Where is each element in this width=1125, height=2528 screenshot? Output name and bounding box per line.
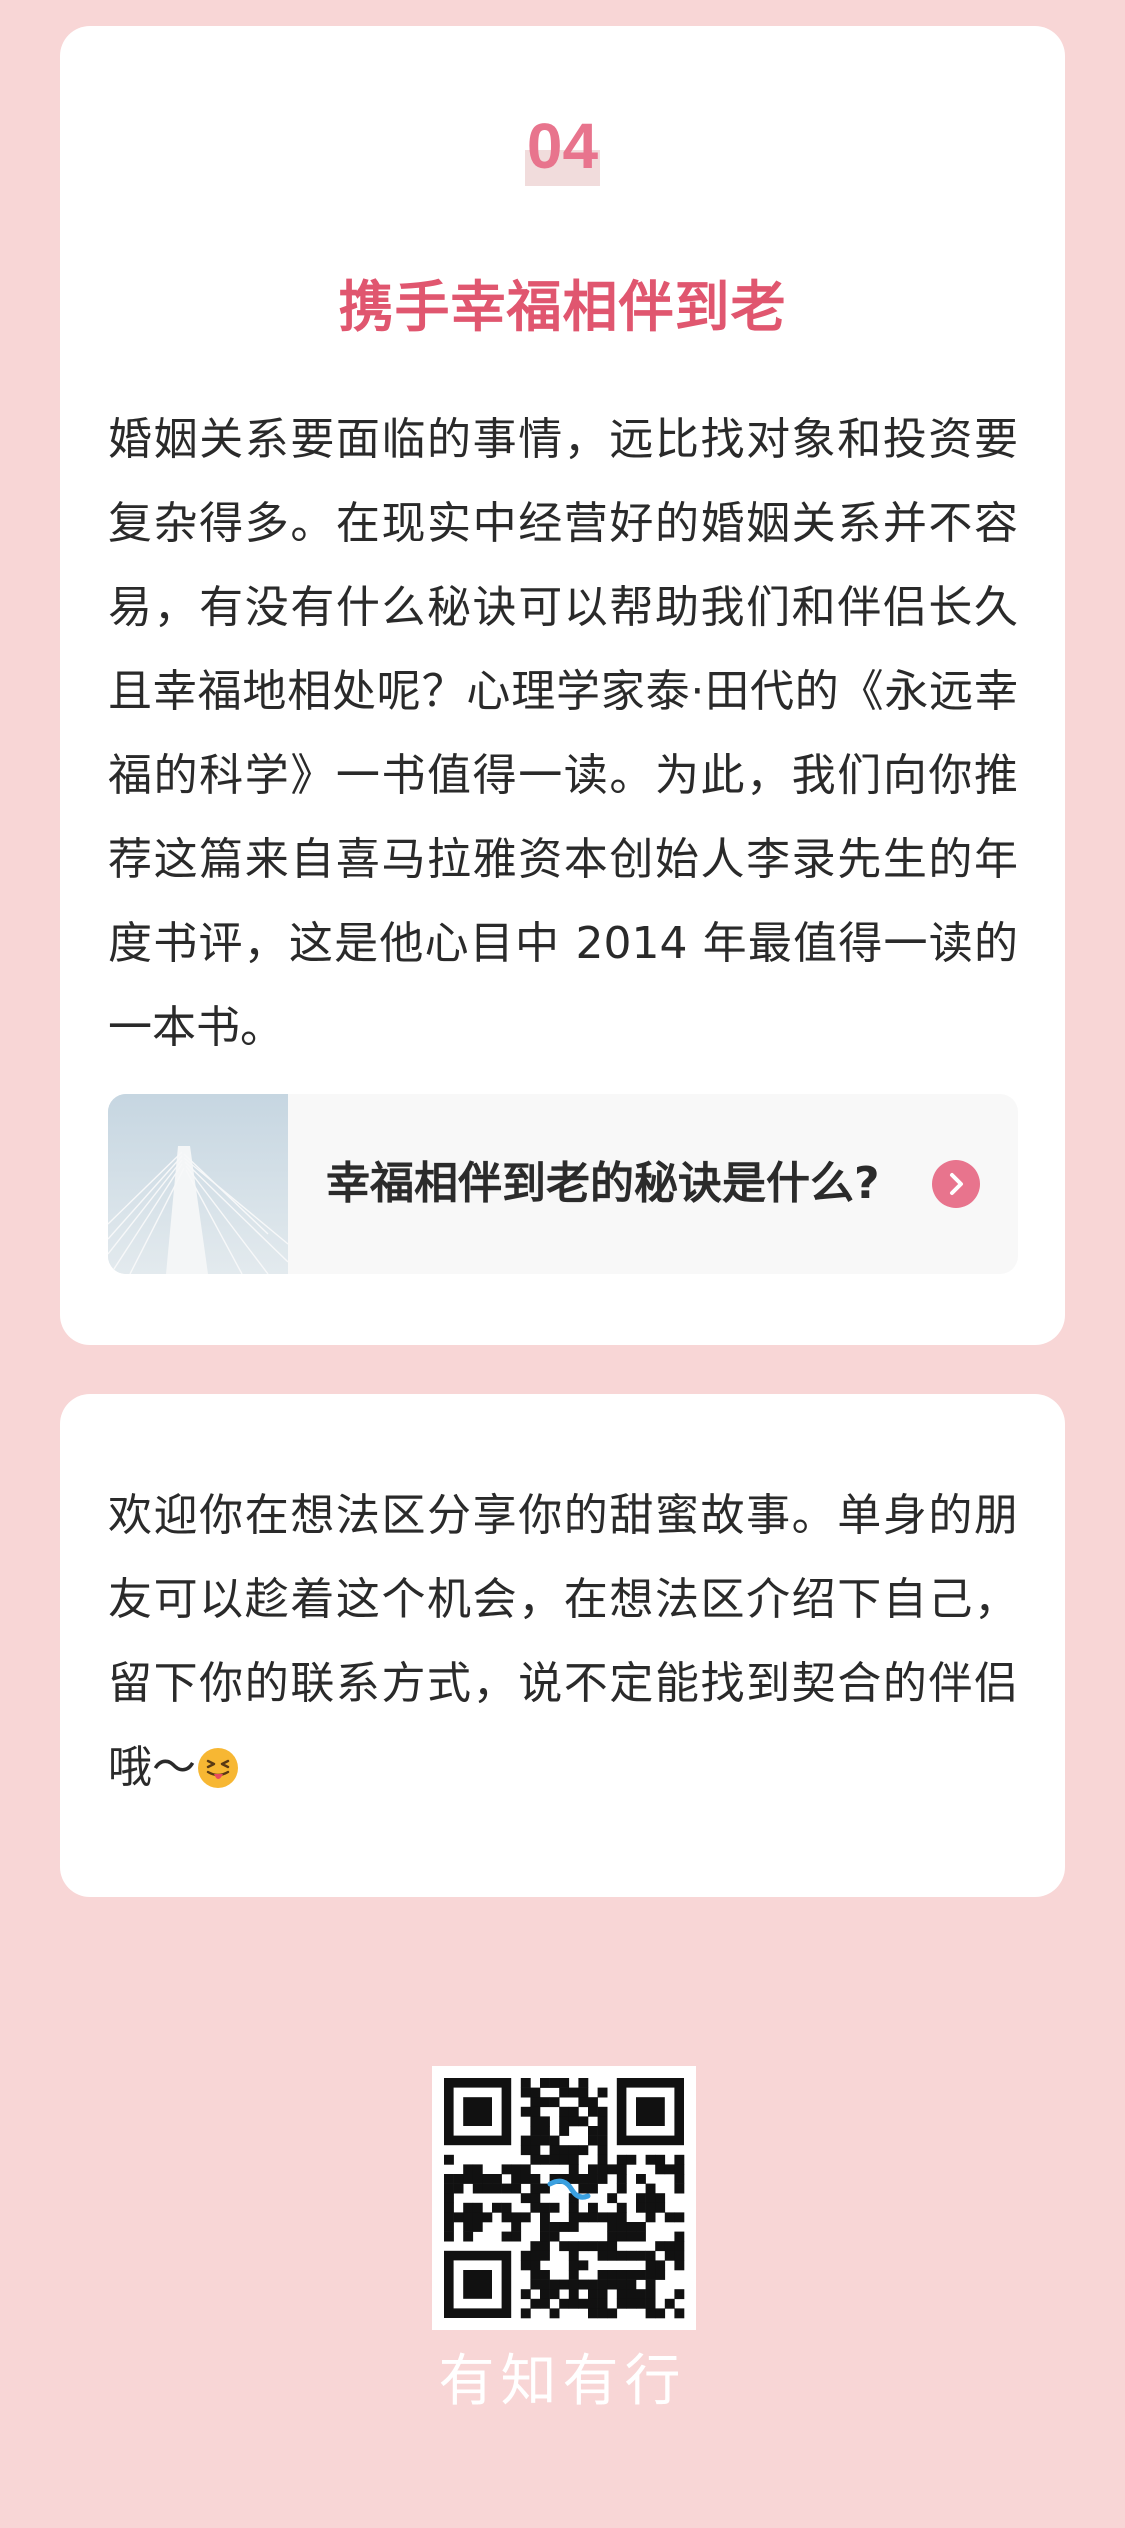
article-paragraph: 婚姻关系要面临的事情，远比找对象和投资要复杂得多。在现实中经营好的婚姻关系并不容… (108, 414, 1018, 1053)
tongue-wink-emoji-icon (196, 1746, 240, 1790)
invite-paragraph: 欢迎你在想法区分享你的甜蜜故事。单身的朋友可以趁着这个机会，在想法区介绍下自己，… (108, 1474, 1018, 1810)
related-article-link[interactable]: 幸福相伴到老的秘诀是什么? (108, 1094, 1018, 1274)
related-article-title[interactable]: 幸福相伴到老的秘诀是什么? (326, 1094, 880, 1274)
section-number-wrap: 04 (60, 106, 1065, 186)
invite-text: 欢迎你在想法区分享你的甜蜜故事。单身的朋友可以趁着这个机会，在想法区介绍下自己，… (108, 1490, 1018, 1793)
chevron-right-icon[interactable] (932, 1160, 980, 1208)
bridge-thumbnail (108, 1094, 288, 1274)
brand-name: 有知有行 (438, 2349, 687, 2414)
qr-code-icon (432, 2066, 696, 2330)
section-number: 04 (524, 106, 601, 186)
article-card: 04 携手幸福相伴到老 婚姻关系要面临的事情，远比找对象和投资要复杂得多。在现实… (60, 26, 1065, 1345)
section-title: 携手幸福相伴到老 (338, 275, 787, 339)
invite-card: 欢迎你在想法区分享你的甜蜜故事。单身的朋友可以趁着这个机会，在想法区介绍下自己，… (60, 1394, 1065, 1897)
